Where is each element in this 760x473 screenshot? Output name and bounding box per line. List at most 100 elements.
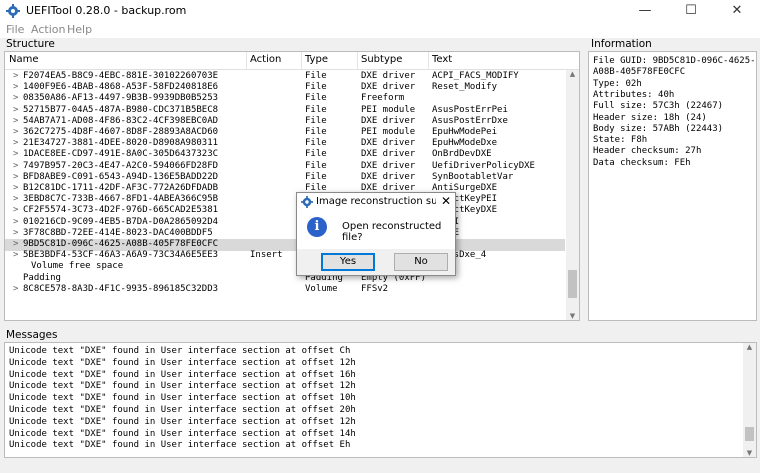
scroll-up-icon[interactable]: ▲ <box>743 343 756 351</box>
tree-row[interactable]: >010216CD-9C09-4EB5-B7DA-D0A2865092D4Fil… <box>5 217 565 229</box>
tree-row[interactable]: >1DACE8EE-CD97-491E-8A0C-305D6437323C Fil… <box>5 149 565 161</box>
info-line: Full size: 57C3h (22467) <box>593 101 724 112</box>
cell-subtype: Freeform <box>361 93 405 104</box>
expand-chevron-icon[interactable]: > <box>13 149 18 161</box>
column-type[interactable]: Type <box>305 54 328 65</box>
expand-chevron-icon[interactable]: > <box>13 71 18 83</box>
cell-name: 3EBD8C7C-733B-4667-8FD1-4ABEA366C95B <box>23 194 219 205</box>
column-text[interactable]: Text <box>432 54 452 65</box>
tree-row[interactable]: >52715B77-04A5-487A-B980-CDC371B5BEC8 Fil… <box>5 105 565 117</box>
cell-subtype: DXE driver <box>361 115 416 126</box>
messages-panel[interactable]: Unicode text "DXE" found in User interfa… <box>4 342 757 458</box>
menu-help[interactable]: Help <box>67 23 92 36</box>
app-gear-icon <box>301 196 313 208</box>
maximize-button[interactable]: ☐ <box>668 0 714 22</box>
info-line: Type: 02h <box>593 78 642 89</box>
tree-row[interactable]: >8C8CE578-8A3D-4F1C-9935-896185C32DD3 Vol… <box>5 284 565 296</box>
info-line: File GUID: 9BD5C81D-096C-4625- <box>593 56 756 66</box>
tree-row[interactable]: >CF2F5574-3C73-4D2F-976D-665CAD2E5381Fil… <box>5 205 565 217</box>
expand-chevron-icon[interactable]: > <box>13 82 18 94</box>
tree-row[interactable]: >3F78C8BD-72EE-414E-8023-DAC400BDDF5File… <box>5 228 565 240</box>
tree-row[interactable]: >3EBD8C7C-733B-4667-8FD1-4ABEA366C95BFil… <box>5 194 565 206</box>
dialog-close-icon[interactable]: ✕ <box>441 194 451 208</box>
minimize-button[interactable]: — <box>622 0 668 22</box>
no-button[interactable]: No <box>394 253 448 271</box>
info-icon: i <box>307 217 327 237</box>
cell-name: 7497B957-20C3-4E47-A2C0-594066FD28FD <box>23 160 219 171</box>
column-action[interactable]: Action <box>250 54 281 65</box>
expand-chevron-icon[interactable]: > <box>13 161 18 173</box>
messages-label: Messages <box>6 329 58 341</box>
scroll-up-icon[interactable]: ▲ <box>566 70 579 78</box>
cell-subtype: DXE driver <box>361 82 416 93</box>
tree-row[interactable]: > BFD8ABE9-C091-6543-A94D-136E5BADD22D Fil… <box>5 172 565 184</box>
tree-row[interactable]: >21E34727-3881-4DEE-8020-D8908A980311 Fil… <box>5 138 565 150</box>
scroll-down-icon[interactable]: ▼ <box>566 312 579 320</box>
messages-scroll-thumb[interactable] <box>745 427 754 441</box>
column-name[interactable]: Name <box>9 54 39 65</box>
cell-name: 8C8CE578-8A3D-4F1C-9935-896185C32DD3 <box>23 283 219 294</box>
expand-chevron-icon[interactable]: > <box>13 239 18 251</box>
cell-name: Padding <box>23 272 61 283</box>
expand-chevron-icon[interactable]: > <box>13 105 18 117</box>
cell-name: F2074EA5-B8C9-4EBC-881E-30102260703E <box>23 71 219 81</box>
tree-scroll-thumb[interactable] <box>568 270 577 298</box>
cell-name: 010216CD-9C09-4EB5-B7DA-D0A2865092D4 <box>23 216 219 227</box>
yes-button[interactable]: Yes <box>321 253 375 271</box>
tree-row[interactable]: >7497B957-20C3-4E47-A2C0-594066FD28FD Fil… <box>5 161 565 173</box>
tree-header: Name Action Type Subtype Text <box>5 52 579 70</box>
cell-name: 1400F9E6-4BAB-4868-A53F-58FD240818E6 <box>23 82 219 93</box>
dialog-title-bar: Image reconstruction succes... ✕ <box>297 193 455 211</box>
cell-text: AsusPostErrDxe <box>432 115 508 126</box>
cell-text: AsusPostErrPei <box>432 104 508 115</box>
tree-row[interactable]: >9BD5C81D-096C-4625-A08B-405F78FE0CFC <box>5 239 565 251</box>
tree-row[interactable]: >1400F9E6-4BAB-4868-A53F-58FD240818E6 Fil… <box>5 82 565 94</box>
structure-tree[interactable]: Name Action Type Subtype Text > F2074EA5-… <box>4 51 580 321</box>
cell-subtype: PEI module <box>361 104 416 115</box>
dialog-message: Open reconstructed file? <box>342 221 442 243</box>
messages-scrollbar[interactable]: ▲ ▼ <box>743 343 756 457</box>
tree-scrollbar[interactable]: ▲ ▼ <box>566 70 579 320</box>
expand-chevron-icon[interactable]: > <box>13 93 18 105</box>
menu-file[interactable]: File <box>6 23 24 36</box>
tree-row[interactable]: >54AB7A71-AD08-4F86-83C2-4CF398EBC0AD Fil… <box>5 116 565 128</box>
expand-chevron-icon[interactable]: > <box>13 228 18 240</box>
tree-row[interactable]: >362C7275-4D8F-4607-8D8F-28893A8ACD60 Fil… <box>5 127 565 139</box>
expand-chevron-icon[interactable]: > <box>13 127 18 139</box>
cell-name: 9BD5C81D-096C-4625-A08B-405F78FE0CFC <box>23 239 219 249</box>
expand-chevron-icon[interactable]: > <box>13 116 18 128</box>
tree-row[interactable]: >5BE3BDF4-53CF-46A3-A6A9-73C34A6E5EE3 Ins… <box>5 250 565 262</box>
tree-row[interactable]: > F2074EA5-B8C9-4EBC-881E-30102260703E Fil… <box>5 71 565 83</box>
info-line: State: F8h <box>593 135 648 146</box>
dialog-body: i Open reconstructed file? <box>297 211 455 249</box>
cell-type: File <box>305 149 327 160</box>
info-line: Data checksum: FEh <box>593 157 691 168</box>
cell-text: OnBrdDevDXE <box>432 149 492 160</box>
cell-text: EpuHwModeDxe <box>432 138 498 149</box>
expand-chevron-icon[interactable]: > <box>13 194 18 206</box>
tree-row[interactable]: > B12C81DC-1711-42DF-AF3C-772A26DFDADB Fil… <box>5 183 565 195</box>
close-button[interactable]: ✕ <box>714 0 760 22</box>
tree-row[interactable]: Padding Padding Empty (0xFF) <box>5 273 565 285</box>
information-panel: File GUID: 9BD5C81D-096C-4625- A08B-405F7… <box>588 51 757 321</box>
tree-row[interactable]: >08350A86-AF13-4497-9B3B-9939DB0B5253 Fil… <box>5 93 565 105</box>
cell-action: Insert <box>250 250 283 261</box>
scroll-down-icon[interactable]: ▼ <box>743 449 756 457</box>
expand-chevron-icon[interactable]: > <box>13 205 18 217</box>
tree-row[interactable]: Volume free space <box>5 261 565 273</box>
cell-text: EpuHwModePei <box>432 127 498 137</box>
expand-chevron-icon[interactable]: > <box>13 284 18 296</box>
menu-action[interactable]: Action <box>31 23 65 36</box>
expand-chevron-icon[interactable]: > <box>13 138 18 150</box>
expand-chevron-icon[interactable]: > <box>13 183 18 195</box>
message-line: Unicode text "DXE" found in User interfa… <box>9 393 356 404</box>
window-title: UEFITool 0.28.0 - backup.rom <box>26 4 187 17</box>
dialog-footer: Yes No <box>297 249 455 275</box>
cell-name: 3F78C8BD-72EE-414E-8023-DAC400BDDF5 <box>23 227 213 238</box>
expand-chevron-icon[interactable]: > <box>13 250 18 262</box>
cell-name: 08350A86-AF13-4497-9B3B-9939DB0B5253 <box>23 93 219 104</box>
cell-type: File <box>305 93 327 104</box>
expand-chevron-icon[interactable]: > <box>13 172 18 184</box>
expand-chevron-icon[interactable]: > <box>13 217 18 229</box>
column-subtype[interactable]: Subtype <box>361 54 402 65</box>
